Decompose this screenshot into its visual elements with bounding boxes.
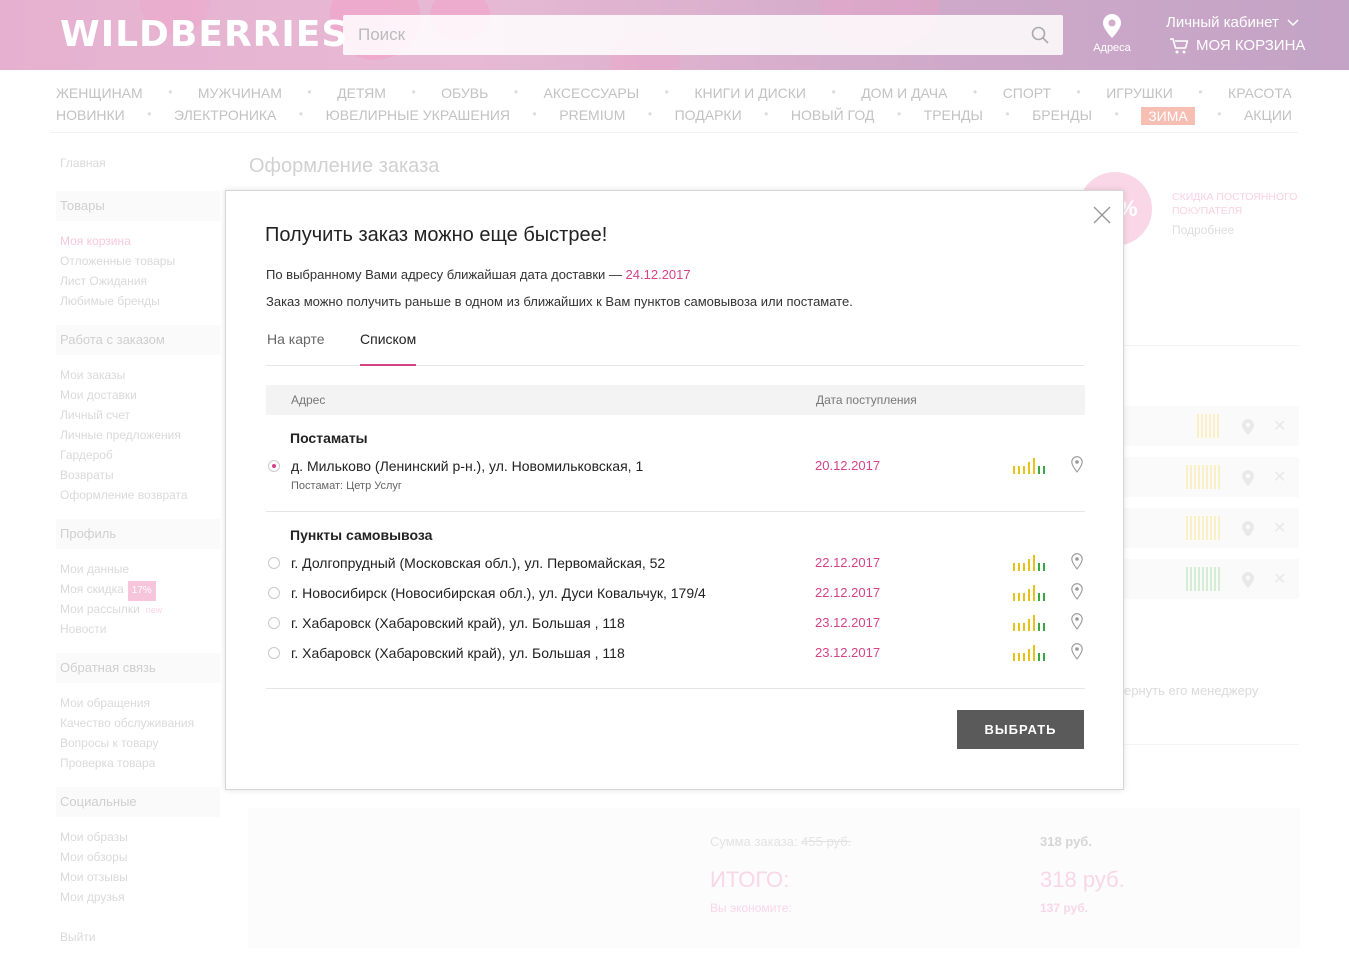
load-indicator — [1013, 555, 1045, 571]
map-pin-icon[interactable] — [1071, 583, 1083, 600]
group-title-pickup-points: Пункты самовывоза — [290, 527, 433, 543]
map-pin-icon[interactable] — [1071, 613, 1083, 630]
table-header: Адрес Дата поступления — [266, 385, 1085, 415]
map-pin-icon[interactable] — [1071, 456, 1083, 473]
radio-button[interactable] — [268, 647, 280, 659]
radio-button[interactable] — [268, 460, 280, 472]
pickup-row[interactable]: г. Хабаровск (Хабаровский край), ул. Бол… — [266, 613, 1085, 635]
search-input[interactable]: Поиск — [343, 15, 1063, 55]
view-tabs: На карте Списком — [266, 331, 1084, 366]
pickup-address: г. Долгопрудный (Московская обл.), ул. П… — [291, 555, 666, 571]
pickup-date: 23.12.2017 — [815, 615, 881, 630]
delivery-text-prefix: По выбранному Вами адресу ближайшая дата… — [266, 267, 626, 282]
modal-title: Получить заказ можно еще быстрее! — [265, 224, 608, 246]
map-pin-icon[interactable] — [1071, 643, 1083, 660]
search-placeholder: Поиск — [358, 25, 406, 44]
divider — [266, 688, 1085, 689]
load-indicator — [1013, 615, 1045, 631]
divider — [266, 511, 1085, 512]
cart-icon — [1170, 37, 1188, 53]
location-pin-icon — [1103, 14, 1121, 38]
pickup-date: 20.12.2017 — [815, 458, 881, 473]
pickup-subtitle: Постамат: Цетр Услуг — [291, 480, 402, 492]
tab-list[interactable]: Списком — [360, 331, 417, 366]
radio-button[interactable] — [268, 587, 280, 599]
header: WILDBERRIES Поиск Адреса Личный кабинет … — [0, 0, 1349, 70]
pickup-date: 22.12.2017 — [815, 555, 881, 570]
select-button[interactable]: ВЫБРАТЬ — [957, 710, 1084, 749]
radio-button[interactable] — [268, 617, 280, 629]
nearest-delivery-date: 24.12.2017 — [625, 267, 691, 282]
column-date: Дата поступления — [816, 393, 917, 407]
load-indicator — [1013, 458, 1045, 474]
pickup-address: д. Мильково (Ленинский р-н.), ул. Новоми… — [291, 458, 644, 474]
load-indicator — [1013, 645, 1045, 661]
close-icon[interactable] — [1092, 205, 1112, 225]
page: WILDBERRIES Поиск Адреса Личный кабинет … — [0, 0, 1349, 974]
pickup-date: 22.12.2017 — [815, 585, 881, 600]
group-title-postamats: Постаматы — [290, 430, 368, 446]
column-address: Адрес — [291, 393, 326, 407]
tab-map[interactable]: На карте — [267, 331, 325, 347]
pickup-date: 23.12.2017 — [815, 645, 881, 660]
pickup-address: г. Хабаровск (Хабаровский край), ул. Бол… — [291, 645, 625, 661]
pickup-row[interactable]: г. Новосибирск (Новосибирская обл.), ул.… — [266, 583, 1085, 605]
pickup-address: г. Новосибирск (Новосибирская обл.), ул.… — [291, 585, 706, 601]
cart-link[interactable]: МОЯ КОРЗИНА — [1170, 37, 1305, 54]
search-icon[interactable] — [1031, 26, 1049, 44]
map-pin-icon[interactable] — [1071, 553, 1083, 570]
load-indicator — [1013, 585, 1045, 601]
address-button[interactable]: Адреса — [1092, 14, 1132, 54]
cart-label: МОЯ КОРЗИНА — [1196, 37, 1306, 54]
account-label: Личный кабинет — [1166, 14, 1279, 31]
pickup-modal: Получить заказ можно еще быстрее! По выб… — [225, 190, 1124, 790]
radio-button[interactable] — [268, 557, 280, 569]
pickup-row[interactable]: г. Долгопрудный (Московская обл.), ул. П… — [266, 553, 1085, 575]
modal-pickup-text: Заказ можно получить раньше в одном из б… — [266, 294, 853, 309]
address-label: Адреса — [1093, 42, 1131, 54]
modal-delivery-text: По выбранному Вами адресу ближайшая дата… — [266, 267, 691, 282]
account-link[interactable]: Личный кабинет — [1166, 14, 1299, 31]
pickup-row[interactable]: д. Мильково (Ленинский р-н.), ул. Новоми… — [266, 456, 1085, 478]
chevron-down-icon — [1287, 19, 1299, 27]
logo[interactable]: WILDBERRIES — [60, 14, 348, 55]
pickup-row[interactable]: г. Хабаровск (Хабаровский край), ул. Бол… — [266, 643, 1085, 665]
pickup-address: г. Хабаровск (Хабаровский край), ул. Бол… — [291, 615, 625, 631]
